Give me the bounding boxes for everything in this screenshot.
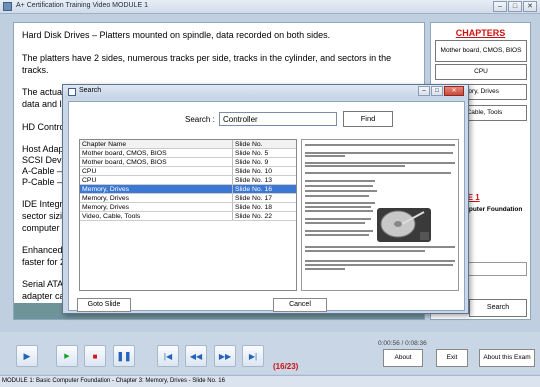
dialog-window-controls: – □ ✕ (418, 86, 464, 96)
cell-slide-no: Slide No. 9 (235, 159, 269, 166)
cell-chapter-name: Memory, Drives (80, 185, 233, 193)
cell-slide-no: Slide No. 10 (235, 168, 273, 175)
slide-line: The platters have 2 sides, numerous trac… (22, 53, 392, 63)
about-exam-button[interactable]: About this Exam (479, 349, 535, 367)
slide-counter: (16/23) (273, 362, 299, 371)
minimize-button[interactable]: – (493, 1, 507, 12)
table-row[interactable]: Memory, Drives Slide No. 18 (80, 203, 296, 212)
table-row[interactable]: CPU Slide No. 10 (80, 167, 296, 176)
chapter-button-motherboard[interactable]: Mother board, CMOS, BIOS (435, 40, 527, 62)
cell-chapter-name: Memory, Drives (80, 203, 233, 211)
pause-icon[interactable]: ❚❚ (113, 345, 135, 367)
dialog-minimize-button[interactable]: – (418, 86, 430, 96)
column-header-slide: Slide No. (235, 141, 263, 148)
cancel-button[interactable]: Cancel (273, 298, 327, 312)
slide-line: tracks. (22, 65, 49, 75)
table-row[interactable]: Mother board, CMOS, BIOS Slide No. 5 (80, 149, 296, 158)
status-bar: MODULE 1: Basic Computer Foundation - Ch… (0, 375, 540, 387)
table-header: Chapter Name Slide No. (80, 140, 296, 149)
playback-time: 0:00:56 / 0:08:36 (378, 340, 427, 347)
dialog-close-button[interactable]: ✕ (444, 86, 464, 96)
cell-chapter-name: Video, Cable, Tools (80, 212, 233, 220)
cell-chapter-name: CPU (80, 167, 233, 175)
hard-disk-drive-image (377, 208, 431, 242)
results-table: Chapter Name Slide No. Mother board, CMO… (79, 139, 297, 291)
title-bar: A+ Certification Training Video MODULE 1… (0, 0, 540, 14)
play-small-icon[interactable]: ▶ (56, 345, 78, 367)
close-button[interactable]: ✕ (523, 1, 537, 12)
cell-slide-no: Slide No. 18 (235, 204, 273, 211)
search-input[interactable] (219, 112, 337, 126)
about-button[interactable]: About (383, 349, 423, 367)
previous-slide-icon[interactable]: ◀◀ (185, 345, 207, 367)
app-icon (3, 2, 12, 11)
column-header-chapter: Chapter Name (80, 140, 233, 148)
cell-slide-no: Slide No. 16 (235, 186, 273, 193)
dialog-title: Search (79, 87, 102, 94)
dialog-icon (68, 88, 76, 96)
cell-slide-no: Slide No. 22 (235, 213, 273, 220)
slide-line: Hard Disk Drives – Platters mounted on s… (22, 30, 331, 40)
chapters-title: CHAPTERS (455, 28, 506, 38)
play-icon[interactable]: ▶ (16, 345, 38, 367)
goto-slide-button[interactable]: Goto Slide (77, 298, 131, 312)
first-slide-icon[interactable]: |◀ (157, 345, 179, 367)
window-title: A+ Certification Training Video MODULE 1 (16, 2, 148, 9)
cell-chapter-name: Memory, Drives (80, 194, 233, 202)
cell-chapter-name: Mother board, CMOS, BIOS (80, 158, 233, 166)
sidebar-search-button[interactable]: Search (469, 299, 527, 317)
cell-chapter-name: CPU (80, 176, 233, 184)
find-button[interactable]: Find (343, 111, 393, 127)
cell-chapter-name: Mother board, CMOS, BIOS (80, 149, 233, 157)
search-dialog: Search – □ ✕ Search : Find Chapter Name … (62, 84, 469, 314)
chapter-button-cpu[interactable]: CPU (435, 64, 527, 80)
dialog-title-bar: Search – □ ✕ (63, 85, 468, 99)
slide-preview (301, 139, 459, 291)
table-row[interactable]: CPU Slide No. 13 (80, 176, 296, 185)
stop-icon[interactable]: ■ (84, 345, 106, 367)
exit-button[interactable]: Exit (436, 349, 468, 367)
window-controls: – □ ✕ (493, 1, 537, 12)
table-row[interactable]: Memory, Drives Slide No. 17 (80, 194, 296, 203)
search-label: Search : (185, 115, 215, 124)
maximize-button[interactable]: □ (508, 1, 522, 12)
table-row[interactable]: Memory, Drives Slide No. 16 (80, 185, 296, 194)
table-row[interactable]: Mother board, CMOS, BIOS Slide No. 9 (80, 158, 296, 167)
cell-slide-no: Slide No. 13 (235, 177, 273, 184)
dialog-body: Search : Find Chapter Name Slide No. Mot… (68, 101, 465, 312)
table-row[interactable]: Video, Cable, Tools Slide No. 22 (80, 212, 296, 221)
next-slide-icon[interactable]: ▶▶ (214, 345, 236, 367)
last-slide-icon[interactable]: ▶| (242, 345, 264, 367)
dialog-maximize-button[interactable]: □ (431, 86, 443, 96)
cell-slide-no: Slide No. 5 (235, 150, 269, 157)
cell-slide-no: Slide No. 17 (235, 195, 273, 202)
